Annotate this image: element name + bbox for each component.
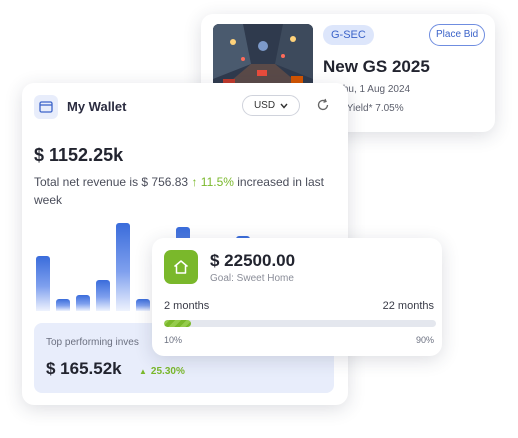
top-performing-value: $ 165.52k xyxy=(46,359,122,378)
wallet-bar xyxy=(136,299,150,311)
wallet-bar xyxy=(76,295,90,311)
goal-progress-bar xyxy=(164,320,436,327)
wallet-icon xyxy=(34,95,58,119)
triangle-up-icon: ▲ xyxy=(139,367,147,376)
wallet-revenue-summary: Total net revenue is $ 756.83 ↑ 11.5% in… xyxy=(34,173,334,209)
wallet-bar xyxy=(116,223,130,311)
wallet-bar xyxy=(96,280,110,311)
place-bid-button[interactable]: Place Bid xyxy=(429,24,486,46)
top-performing-change-value: 25.30% xyxy=(150,366,185,377)
bond-title: New GS 2025 xyxy=(323,57,430,76)
chevron-down-icon xyxy=(280,103,288,109)
goal-amount: $ 22500.00 xyxy=(210,251,296,270)
wallet-title: My Wallet xyxy=(67,99,127,114)
goal-card[interactable]: $ 22500.00 Goal: Sweet Home 2 months 22 … xyxy=(152,238,442,356)
wallet-bar xyxy=(36,256,50,311)
refresh-icon[interactable] xyxy=(316,98,330,112)
currency-select[interactable]: USD xyxy=(242,95,300,116)
revenue-prefix: Total net revenue is $ 756.83 xyxy=(34,175,192,189)
revenue-change: ↑ 11.5% xyxy=(191,175,234,189)
wallet-total: $ 1152.25k xyxy=(34,145,124,165)
currency-value: USD xyxy=(253,100,276,111)
goal-max-label: 90% xyxy=(415,335,434,345)
goal-end-label: 22 months xyxy=(382,300,434,312)
goal-start-label: 2 months xyxy=(164,300,210,312)
home-icon xyxy=(164,250,198,284)
goal-name: Goal: Sweet Home xyxy=(210,273,294,284)
goal-min-label: 10% xyxy=(164,335,183,345)
top-performing-label: Top performing inves xyxy=(46,337,139,348)
top-performing-change: ▲ 25.30% xyxy=(139,366,185,377)
bond-type-badge: G-SEC xyxy=(323,25,374,45)
goal-progress-fill xyxy=(164,320,192,327)
wallet-bar xyxy=(56,299,70,311)
